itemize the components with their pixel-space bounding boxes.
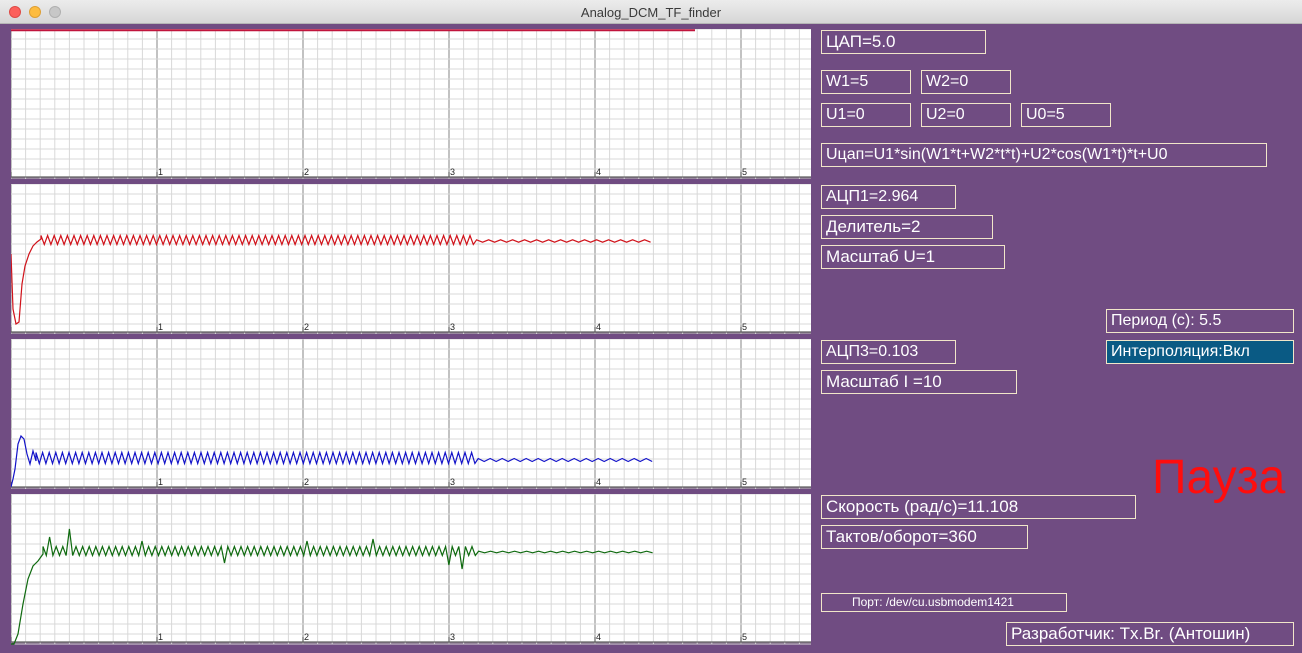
dac-field[interactable]: ЦАП=5.0 [821,30,986,54]
formula-field[interactable]: Uцап=U1*sin(W1*t+W2*t*t)+U2*cos(W1*t)*t+… [821,143,1267,167]
scale-u-field[interactable]: Масштаб U=1 [821,245,1005,269]
w2-field[interactable]: W2=0 [921,70,1011,94]
divider-field[interactable]: Делитель=2 [821,215,993,239]
x-tick-label: 5 [742,477,747,487]
signal-trace [11,233,651,325]
x-tick-label: 2 [304,632,309,642]
interpolation-toggle[interactable]: Интерполяция:Вкл [1106,340,1294,364]
x-tick-label: 4 [596,477,601,487]
window-titlebar: Analog_DCM_TF_finder [0,0,1302,24]
period-field[interactable]: Период (с): 5.5 [1106,309,1294,333]
x-tick-label: 4 [596,322,601,332]
x-tick-label: 5 [742,632,747,642]
speed-field[interactable]: Скорость (рад/с)=11.108 [821,495,1136,519]
x-tick-label: 2 [304,322,309,332]
w1-field[interactable]: W1=5 [821,70,911,94]
dac-plot: 1 2 3 4 5 [11,29,811,179]
x-tick-label: 3 [450,477,455,487]
port-field[interactable]: Порт: /dev/cu.usbmodem1421 [821,593,1067,612]
u1-field[interactable]: U1=0 [821,103,911,127]
x-tick-label: 4 [596,632,601,642]
x-tick-label: 4 [596,167,601,177]
x-tick-label: 1 [158,632,163,642]
ticks-per-rev-field[interactable]: Тактов/оборот=360 [821,525,1028,549]
grid [11,29,811,179]
x-tick-label: 5 [742,322,747,332]
adc1-plot: 1 2 3 4 5 [11,184,811,334]
adc1-field[interactable]: АЦП1=2.964 [821,185,956,209]
author-field: Разработчик: Tx.Br. (Антошин) [1006,622,1294,646]
speed-plot: 1 2 3 4 5 [11,494,811,645]
window-title: Analog_DCM_TF_finder [580,5,722,20]
adc3-plot: 1 2 3 4 5 [11,339,811,489]
scale-i-field[interactable]: Масштаб I =10 [821,370,1017,394]
grid [11,494,811,645]
x-tick-label: 3 [450,167,455,177]
grid [11,339,811,489]
x-tick-label: 5 [742,167,747,177]
grid [11,184,811,334]
u2-field[interactable]: U2=0 [921,103,1011,127]
adc3-field[interactable]: АЦП3=0.103 [821,340,956,364]
x-tick-label: 3 [450,632,455,642]
main-content: 1 2 3 4 5 1 2 3 4 5 1 2 3 4 5 1 2 3 4 5 ЦАП=5.0 W1=5 W2=… [0,24,1302,653]
x-tick-label: 2 [304,167,309,177]
x-tick-label: 1 [158,322,163,332]
pause-status[interactable]: Пауза [1152,448,1285,508]
u0-field[interactable]: U0=5 [1021,103,1111,127]
x-tick-label: 1 [158,167,163,177]
x-tick-label: 3 [450,322,455,332]
x-tick-label: 1 [158,477,163,487]
x-tick-label: 2 [304,477,309,487]
